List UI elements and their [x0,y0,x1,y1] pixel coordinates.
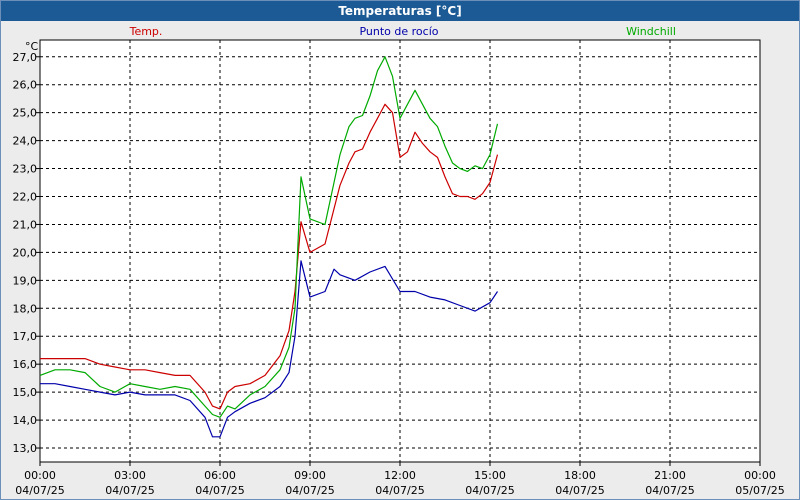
x-tick-date-label: 05/07/25 [735,484,784,497]
x-tick-time-label: 12:00 [384,469,416,482]
y-tick-label: 21,0 [13,218,38,231]
x-tick-date-label: 04/07/25 [375,484,424,497]
legend-item: Punto de rocío [359,25,438,38]
x-tick-date-label: 04/07/25 [285,484,334,497]
y-tick-label: 22,0 [13,191,38,204]
y-tick-label: 26,0 [13,79,38,92]
y-tick-label: 17,0 [13,330,38,343]
legend-item: Windchill [626,25,676,38]
y-tick-label: 16,0 [13,358,38,371]
y-tick-label: 23,0 [13,163,38,176]
y-tick-label: 19,0 [13,274,38,287]
y-tick-label: 13,0 [13,442,38,455]
x-tick-time-label: 21:00 [654,469,686,482]
temperature-chart: 13,0 14,0 15,0 16,0 17,0 18,0 19,0 20,0 21,0 22,0… [13,25,785,497]
x-tick-date-label: 04/07/25 [15,484,64,497]
x-tick-date-label: 04/07/25 [555,484,604,497]
x-tick-time-label: 06:00 [204,469,236,482]
x-tick-date-label: 04/07/25 [645,484,694,497]
y-axis: 13,0 14,0 15,0 16,0 17,0 18,0 19,0 20,0 21,0 22,0… [13,51,40,455]
x-tick-time-label: 03:00 [114,469,146,482]
x-tick-date-label: 04/07/25 [195,484,244,497]
x-tick-time-label: 15:00 [474,469,506,482]
y-tick-label: 15,0 [13,386,38,399]
x-tick-date-label: 04/07/25 [105,484,154,497]
legend: Temp. Punto de rocío Windchill [129,25,676,38]
x-tick-date-label: 04/07/25 [465,484,514,497]
y-tick-label: 18,0 [13,302,38,315]
x-axis: 00:00 04/07/25 03:00 04/07/25 06:00 04/07/25 0… [15,462,785,497]
y-axis-unit-label: °C [25,40,39,53]
y-tick-label: 24,0 [13,135,38,148]
x-tick-time-label: 09:00 [294,469,326,482]
x-tick-time-label: 00:00 [744,469,776,482]
legend-item: Temp. [129,25,163,38]
y-tick-label: 25,0 [13,107,38,120]
x-tick-time-label: 00:00 [24,469,56,482]
x-tick-time-label: 18:00 [564,469,596,482]
y-tick-label: 14,0 [13,414,38,427]
y-tick-label: 20,0 [13,246,38,259]
